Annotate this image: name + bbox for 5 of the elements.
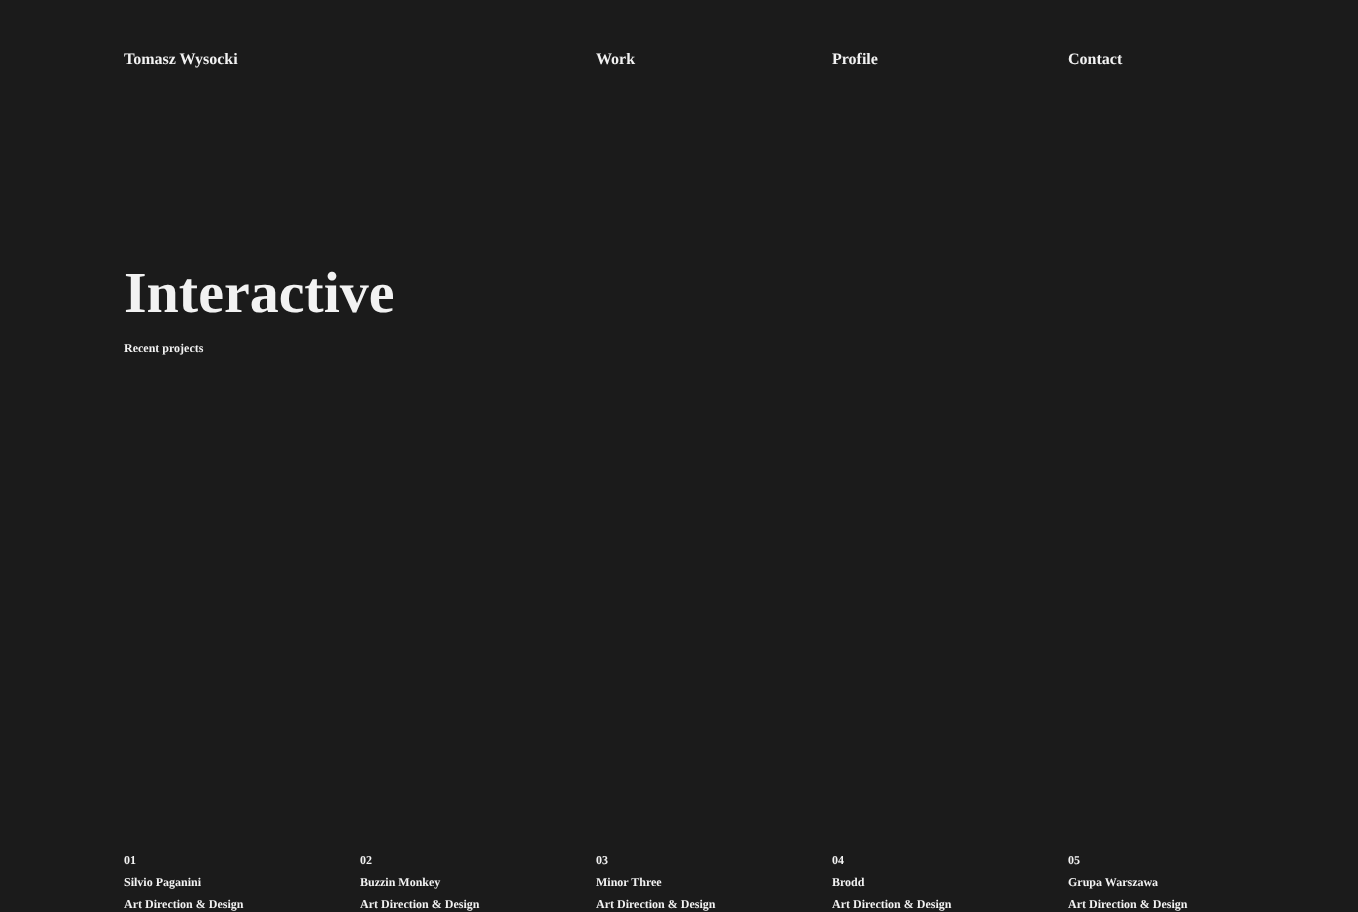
nav-link[interactable]: Contact [1068, 50, 1123, 68]
nav-link[interactable]: Profile [832, 50, 878, 68]
page-title: Interactive [124, 265, 397, 323]
nav-link[interactable]: Work [596, 50, 636, 68]
site-name-link[interactable]: Tomasz Wysocki [124, 50, 238, 68]
